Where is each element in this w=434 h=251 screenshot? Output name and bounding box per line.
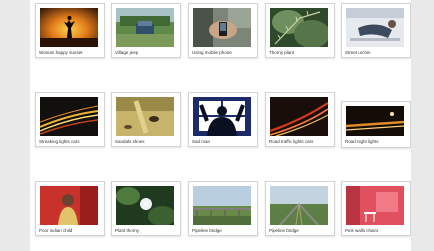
thumbnail-image-road-traffic-lights[interactable]: [270, 97, 328, 136]
thumbnail-caption: Pipeline bridge: [269, 228, 299, 233]
left-margin: [0, 0, 30, 251]
thumbnail-card[interactable]: Road traffic lights cars: [265, 92, 335, 147]
thumbnail-card[interactable]: Pipeline bridge: [265, 181, 335, 236]
thumbnail-image-poor-indian-child[interactable]: [40, 186, 98, 225]
thumbnail-caption: Streaking lights cars: [39, 139, 80, 144]
thumbnail-caption: Road night lights: [345, 139, 379, 144]
thumbnail-caption: Using mobile phone: [192, 50, 232, 55]
thumbnail-image-pipeline-bridge-1[interactable]: [193, 186, 251, 225]
thumbnail-card[interactable]: Plant thorny: [111, 181, 181, 236]
thumbnail-card[interactable]: Using mobile phone: [188, 3, 258, 58]
thumbnail-card[interactable]: Woman happy sunset: [35, 3, 105, 58]
thumbnail-caption: Thorny plant: [269, 50, 295, 55]
right-margin: [411, 0, 434, 251]
thumbnail-caption: Sad man: [192, 139, 211, 144]
thumbnail-caption: Village jeep: [115, 50, 139, 55]
thumbnail-card[interactable]: Road night lights: [341, 101, 411, 148]
thumbnail-caption: Street urchin: [345, 50, 371, 55]
thumbnail-card[interactable]: Poor indian child: [35, 181, 105, 236]
thumbnail-card[interactable]: Village jeep: [111, 3, 181, 58]
thumbnail-caption: Road traffic lights cars: [269, 139, 314, 144]
thumbnail-card[interactable]: Sandals shoes: [111, 92, 181, 147]
thumbnail-caption: Sandals shoes: [115, 139, 145, 144]
thumbnail-caption: Pipeline bridge: [192, 228, 222, 233]
thumbnail-caption: Poor indian child: [39, 228, 73, 233]
thumbnail-image-streaking-lights[interactable]: [40, 97, 98, 136]
thumbnail-card[interactable]: Streaking lights cars: [35, 92, 105, 147]
thumbnail-card[interactable]: Street urchin: [341, 3, 411, 58]
gallery-page: Woman happy sunset Village jeep Using mo…: [0, 0, 434, 251]
thumbnail-grid: Woman happy sunset Village jeep Using mo…: [30, 0, 411, 251]
thumbnail-image-village-jeep[interactable]: [116, 8, 174, 47]
thumbnail-card[interactable]: Sad man: [188, 92, 258, 147]
thumbnail-image-pink-walls-chairs[interactable]: [346, 186, 404, 225]
thumbnail-card[interactable]: Pipeline bridge: [188, 181, 258, 236]
thumbnail-image-street-urchin[interactable]: [346, 8, 404, 47]
thumbnail-caption: Pink walls chairs: [345, 228, 379, 233]
thumbnail-card[interactable]: Thorny plant: [265, 3, 335, 58]
thumbnail-caption: Plant thorny: [115, 228, 140, 233]
thumbnail-image-sad-man[interactable]: [193, 97, 251, 136]
thumbnail-image-pipeline-bridge-2[interactable]: [270, 186, 328, 225]
thumbnail-image-sandals[interactable]: [116, 97, 174, 136]
thumbnail-image-road-night-lights[interactable]: [346, 106, 404, 136]
thumbnail-image-mobile-phone[interactable]: [193, 8, 251, 47]
thumbnail-image-plant-thorny[interactable]: [116, 186, 174, 225]
thumbnail-caption: Woman happy sunset: [39, 50, 83, 55]
thumbnail-image-thorny-plant[interactable]: [270, 8, 328, 47]
thumbnail-image-woman-sunset[interactable]: [40, 8, 98, 47]
thumbnail-card[interactable]: Pink walls chairs: [341, 181, 411, 236]
